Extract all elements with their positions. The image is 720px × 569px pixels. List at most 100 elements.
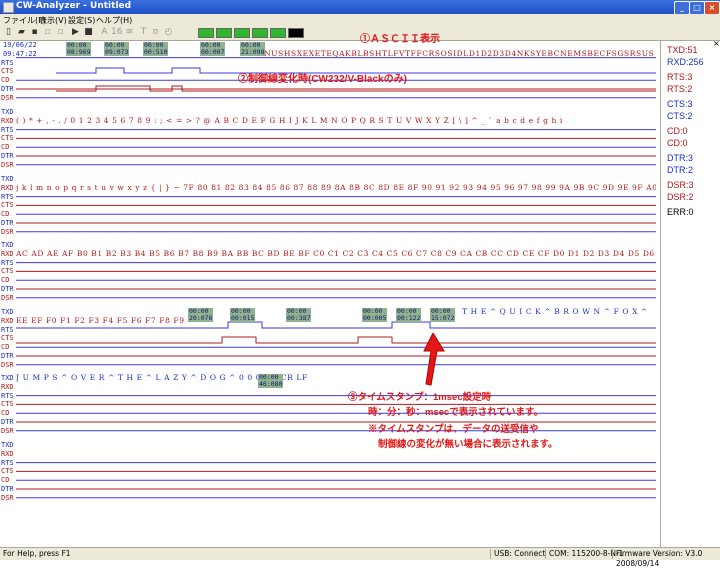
label-cts: CTS xyxy=(1,201,14,210)
counter-cts: CTS:3 xyxy=(667,99,693,109)
label-txd: TXD xyxy=(1,108,14,116)
label-cts: CTS xyxy=(1,67,14,76)
window-title: CW-Analyzer - Untitled xyxy=(16,1,132,11)
label-rxd: RXD xyxy=(1,249,14,258)
led-4 xyxy=(252,28,268,38)
text-format-icon[interactable]: T xyxy=(138,27,149,38)
label-cts: CTS xyxy=(1,467,14,476)
timestamp-sms: 08:969 xyxy=(67,48,91,56)
label-cts: CTS xyxy=(1,134,14,143)
copy-icon[interactable]: ▫ xyxy=(55,27,66,38)
trigger-icon[interactable]: ʊ xyxy=(150,27,161,38)
label-dsr: DSR xyxy=(1,227,14,236)
counter-dsr: DSR:2 xyxy=(667,192,694,202)
label-rts: RTS xyxy=(1,192,14,201)
label-dtr: DTR xyxy=(1,485,14,493)
hex-16-icon[interactable]: 16 xyxy=(111,27,122,38)
annotation-timestamp-2: 時：分：秒：msecで表示されています。 xyxy=(368,407,544,418)
label-cd: CD xyxy=(1,409,10,418)
label-dsr: DSR xyxy=(1,293,14,302)
timestamp: 00:00 00:387 xyxy=(286,308,312,322)
timestamp-sms: 00:510 xyxy=(144,48,168,56)
label-cd: CD xyxy=(1,343,10,352)
txd-data-row: J U M P S ^ O V E R ^ T H E ^ L A Z Y ^ … xyxy=(16,373,308,382)
close-panel-icon[interactable]: × xyxy=(713,39,720,48)
counter-err: ERR:0 xyxy=(667,207,694,217)
timestamp-sms: 09:073 xyxy=(105,48,129,56)
counter-rts: RTS:2 xyxy=(667,84,693,94)
label-rxd: RXD xyxy=(1,316,14,325)
label-dsr: DSR xyxy=(1,493,14,502)
led-3 xyxy=(234,28,250,38)
new-file-icon[interactable]: ▯ xyxy=(3,27,14,38)
label-dsr: DSR xyxy=(1,426,14,435)
label-txd: TXD xyxy=(1,308,14,316)
label-rts: RTS xyxy=(1,58,14,67)
open-folder-icon[interactable]: ▰ xyxy=(16,27,27,38)
label-dtr: DTR xyxy=(1,152,14,160)
label-cd: CD xyxy=(1,210,10,219)
timestamp-sms: 00:387 xyxy=(287,314,311,322)
label-cts: CTS xyxy=(1,400,14,409)
app-icon xyxy=(3,2,14,13)
counter-panel: × TXD:51 RXD:256 RTS:3 RTS:2 CTS:3 CTS:2 CD:0 C… xyxy=(660,39,720,547)
timestamp: 00:00 00:007 xyxy=(200,42,226,56)
label-dtr: DTR xyxy=(1,352,14,360)
label-txd: TXD xyxy=(1,241,14,249)
data-view[interactable]: 19/06/22 09:47:22 RTS CTS CD DTR DSR NUSHSXEX… xyxy=(0,41,660,547)
led-5 xyxy=(270,28,286,38)
label-rxd: RXD xyxy=(1,183,14,192)
close-button[interactable]: × xyxy=(704,1,720,15)
menu-bar: ファイル(F) 表示(V) 設定(S) ヘルプ(H) xyxy=(0,14,720,26)
rxd-data-row: NUSHSXEXETEQAKBLBSHTLFVTFFCRSOSIDLD1D2D3… xyxy=(264,48,658,58)
label-txd: TXD xyxy=(1,175,14,183)
menu-view[interactable]: 表示(V) xyxy=(39,15,67,26)
annotation-timestamp-1: ③タイムスタンプ：1msec設定時 xyxy=(348,392,492,403)
timestamp-sms: 15:072 xyxy=(431,314,455,322)
led-6 xyxy=(288,28,304,38)
label-rxd: RXD xyxy=(1,382,14,391)
status-firmware: Firmware Version: V3.0 2008/09/14 xyxy=(612,549,720,568)
save-icon[interactable]: ▪ xyxy=(29,27,40,38)
label-dsr: DSR xyxy=(1,160,14,169)
font-a-icon[interactable]: A xyxy=(99,27,110,38)
play-icon[interactable]: ▶ xyxy=(70,27,81,38)
filter-icon[interactable]: ≋ xyxy=(124,27,135,38)
rxd-data-row: EE EF F0 F1 F2 F3 F4 F5 F6 F7 F8 F9 FA F… xyxy=(16,315,186,325)
counter-dsr: DSR:3 xyxy=(667,180,694,190)
counter-cd: CD:0 xyxy=(667,138,688,148)
counter-cts: CTS:2 xyxy=(667,111,693,121)
label-dtr: DTR xyxy=(1,219,14,227)
rxd-data-row: AC AD AE AF B0 B1 B2 B3 B4 B5 B6 B7 B8 B… xyxy=(16,248,656,258)
timestamp: 00:00 08:969 xyxy=(66,42,92,56)
maximize-button[interactable]: □ xyxy=(689,1,705,15)
label-rts: RTS xyxy=(1,325,14,334)
label-rts: RTS xyxy=(1,258,14,267)
timestamp: 00:00 21:098 xyxy=(240,42,266,56)
timer-icon[interactable]: ◴ xyxy=(163,27,174,38)
label-dtr: DTR xyxy=(1,285,14,293)
label-dsr: DSR xyxy=(1,360,14,369)
counter-txd: TXD:51 xyxy=(667,45,698,55)
label-rts: RTS xyxy=(1,458,14,467)
counter-dtr: DTR:3 xyxy=(667,153,694,163)
minimize-button[interactable]: _ xyxy=(674,1,690,15)
header-time: 09:47:22 xyxy=(3,50,37,58)
menu-help[interactable]: ヘルプ(H) xyxy=(96,15,132,26)
label-cd: CD xyxy=(1,476,10,485)
print-icon[interactable]: ▫ xyxy=(42,27,53,38)
timestamp: 00:00 00:005 xyxy=(362,308,388,322)
counter-rxd: RXD:256 xyxy=(667,57,704,67)
timestamp-sms: 00:015 xyxy=(231,314,255,322)
counter-dtr: DTR:2 xyxy=(667,165,694,175)
timestamp: 00:00 00:510 xyxy=(143,42,169,56)
label-cd: CD xyxy=(1,276,10,285)
annotation-control: ②制御線変化時(CW232/V-Blackのみ) xyxy=(238,74,407,85)
menu-settings[interactable]: 設定(S) xyxy=(68,15,95,26)
timestamp-sms: 20:076 xyxy=(189,314,213,322)
counter-rts: RTS:3 xyxy=(667,72,693,82)
txd-data-row: T H E ^ Q U I C K ^ B R O W N ^ F O X ^ xyxy=(462,307,648,316)
label-cd: CD xyxy=(1,76,10,85)
status-usb: USB: Connect xyxy=(490,549,545,559)
stop-icon[interactable]: ■ xyxy=(83,27,94,38)
